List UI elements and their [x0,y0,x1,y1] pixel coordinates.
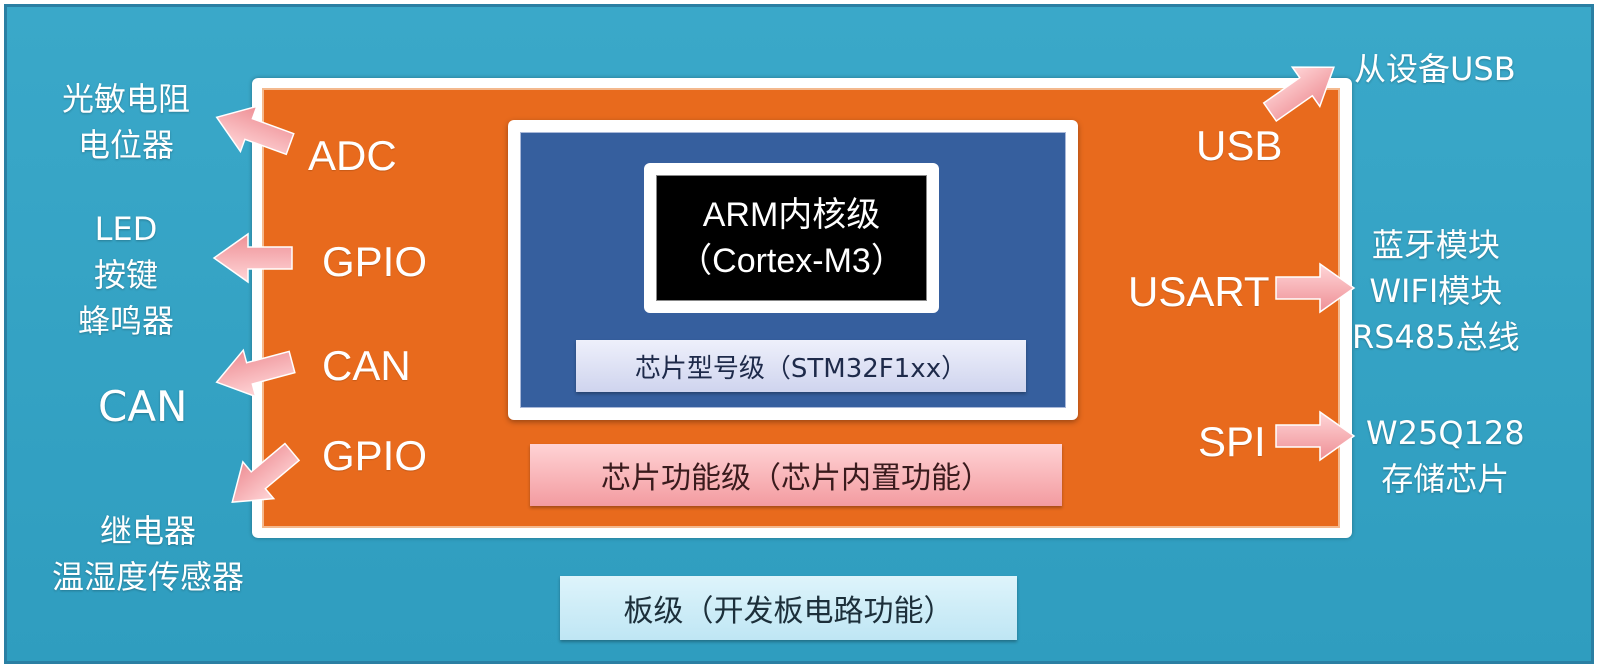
arrow-usb-icon [1255,46,1349,133]
arrows-layer [207,46,1355,522]
arrow-can-icon [209,338,299,407]
arrow-usart-icon [1275,263,1355,313]
arrow-adc-icon [207,94,299,168]
arrow-spi-icon [1275,411,1355,461]
arrow-gpio-1-icon [213,233,293,283]
arrow-gpio-2-icon [216,432,309,522]
diagram-canvas: ARM内核级 （Cortex-M3） 芯片型号级（STM32F1xx） 芯片功能… [0,0,1600,670]
